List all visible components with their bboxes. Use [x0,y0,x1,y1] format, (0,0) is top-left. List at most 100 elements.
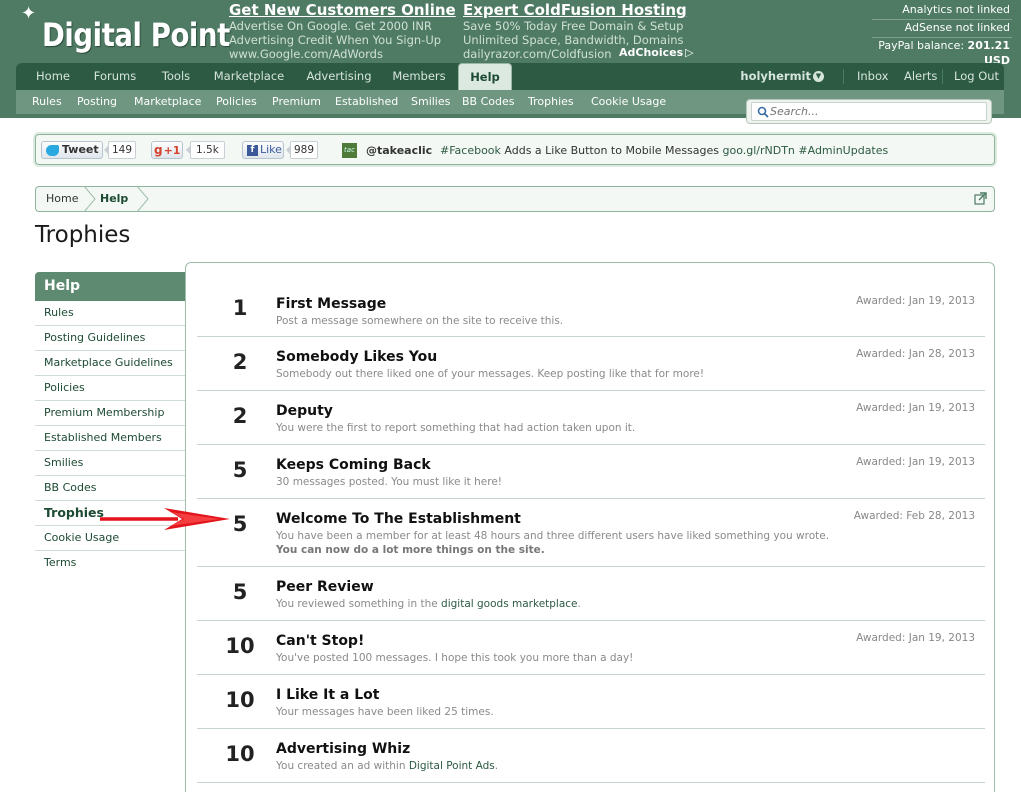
twitter-avatar[interactable]: tac [342,143,357,158]
nav-alerts[interactable]: Alerts [904,63,937,90]
trophy-description: You reviewed something in the digital go… [276,597,581,611]
jump-to-page-icon[interactable] [974,192,987,205]
ad-url[interactable]: www.Google.com/AdWords [229,47,456,61]
subnav-established[interactable]: Established [335,90,398,114]
sidebar-item-rules[interactable]: Rules [35,301,186,326]
gplus-button[interactable]: g+1 [151,141,183,159]
trophy-points: 5 [232,580,248,604]
trophy-description-end: . [494,760,499,772]
tweet-count: 149 [103,141,137,159]
trophy-awarded-date: Awarded: Jan 19, 2013 [856,402,975,414]
analytics-status[interactable]: Analytics not linked [872,2,1012,20]
subnav-premium[interactable]: Premium [272,90,321,114]
nav-tab-forums[interactable]: Forums [88,63,142,90]
nav-tab-tools[interactable]: Tools [154,63,198,90]
sidebar-item-premium-membership[interactable]: Premium Membership [35,401,186,426]
main-nav: Home Forums Tools Marketplace Advertisin… [16,63,1004,91]
trophy-points: 1 [232,296,248,320]
trophy-points: 10 [225,634,255,658]
tweet-button[interactable]: Tweet [41,141,103,159]
trophy-description: Post a message somewhere on the site to … [276,315,564,327]
trophy-awarded-date: Awarded: Jan 28, 2013 [856,348,975,360]
trophy-description: You've posted 100 messages. I hope this … [276,652,634,664]
adchoices-link[interactable]: AdChoices ▷ [619,46,694,59]
ad-block-1[interactable]: Get New Customers Online Advertise On Go… [229,2,456,62]
trophy-name: First Message [276,296,387,312]
nav-tab-advertising[interactable]: Advertising [300,63,378,90]
trophy-description-text: You have been a member for at least 48 h… [276,530,830,542]
nav-tab-marketplace[interactable]: Marketplace [210,63,288,90]
sidebar-item-terms[interactable]: Terms [35,551,186,576]
ad-line: Save 50% Today Free Domain & Setup [463,19,684,33]
trophy-points: 10 [225,742,255,766]
trophy-awarded-date: Awarded: Jan 19, 2013 [856,456,975,468]
trophy-name: Deputy [276,403,333,419]
nav-tab-home[interactable]: Home [28,63,78,90]
sidebar-item-bb-codes[interactable]: BB Codes [35,476,186,501]
sidebar-item-policies[interactable]: Policies [35,376,186,401]
paypal-label: PayPal balance: [878,39,965,52]
search-icon [757,106,769,118]
tweet-hashtag[interactable]: #Facebook [440,144,501,157]
trophy-name: Somebody Likes You [276,349,438,365]
site-logo[interactable]: ✦ Digital Point [18,2,230,60]
like-label: Like [260,143,282,156]
trophy-awarded-date: Awarded: Jan 19, 2013 [856,632,975,644]
facebook-like-button[interactable]: f Like [242,141,284,159]
adsense-status[interactable]: AdSense not linked [872,20,1012,38]
subnav-trophies[interactable]: Trophies [528,90,574,114]
nav-inbox[interactable]: Inbox [857,63,888,90]
nav-tab-members[interactable]: Members [390,63,448,90]
trophy-item: 5 Welcome To The Establishment You have … [197,499,985,567]
ad-title[interactable]: Get New Customers Online [229,2,456,19]
user-menu[interactable]: holyhermit ▼ [740,63,824,90]
breadcrumb-help[interactable]: Help [100,187,128,211]
trophy-points: 2 [232,350,248,374]
trophy-description-text: You reviewed something in the [276,598,438,610]
trophy-points: 5 [232,458,248,482]
subnav-posting[interactable]: Posting [77,90,117,114]
digital-point-ads-link[interactable]: Digital Point Ads [409,760,495,772]
breadcrumb-home[interactable]: Home [46,187,78,211]
digital-goods-marketplace-link[interactable]: digital goods marketplace [441,598,577,610]
trophy-item: 5 Keeps Coming Back 30 messages posted. … [197,445,985,499]
sidebar-item-smilies[interactable]: Smilies [35,451,186,476]
social-bar: Tweet 149 g+1 1.5k f Like 989 tac @takeac… [35,134,995,165]
trophy-list: 1 First Message Post a message somewhere… [185,262,995,792]
trophy-item: 1 First Message Post a message somewhere… [197,286,985,337]
subnav-bbcodes[interactable]: BB Codes [462,90,514,114]
trophy-item: 5 Peer Review You reviewed something in … [197,567,985,621]
trophy-description: Your messages have been liked 25 times. [276,706,494,718]
sidebar-item-established-members[interactable]: Established Members [35,426,186,451]
logo-text: Digital Point [42,16,230,54]
nav-separator [843,69,844,84]
trophy-item: 2 Deputy You were the first to report so… [197,391,985,445]
twitter-handle[interactable]: @takeaclic [366,144,432,157]
trophy-points: 10 [225,688,255,712]
trophy-name: Peer Review [276,579,374,595]
ad-line: Advertise On Google. Get 2000 INR [229,19,432,33]
nav-tab-help[interactable]: Help [458,63,512,91]
trophy-item: 10 Advertising Whiz You created an ad wi… [197,729,985,783]
sidebar-item-marketplace-guidelines[interactable]: Marketplace Guidelines [35,351,186,376]
search-input[interactable] [751,102,987,121]
sidebar-item-posting-guidelines[interactable]: Posting Guidelines [35,326,186,351]
breadcrumb-separator-icon [83,186,96,212]
subnav-marketplace[interactable]: Marketplace [134,90,201,114]
username: holyhermit [740,69,811,83]
subnav-rules[interactable]: Rules [32,90,62,114]
nav-logout[interactable]: Log Out [954,63,999,90]
trophy-description-end: . [577,598,581,610]
like-count: 989 [285,141,319,159]
trophy-name: I Like It a Lot [276,687,380,703]
adchoices-label: AdChoices [619,46,684,59]
subnav-policies[interactable]: Policies [216,90,257,114]
subnav-smilies[interactable]: Smilies [411,90,450,114]
breadcrumb: Home Help [35,186,995,212]
account-info: Analytics not linked AdSense not linked … [872,2,1012,67]
breadcrumb-separator-icon [136,186,149,212]
tweet-hashtag-2[interactable]: #AdminUpdates [798,144,888,157]
tweet-link[interactable]: goo.gl/rNDTn [723,144,795,157]
subnav-cookie-usage[interactable]: Cookie Usage [591,90,666,114]
ad-title[interactable]: Expert ColdFusion Hosting [463,2,687,19]
